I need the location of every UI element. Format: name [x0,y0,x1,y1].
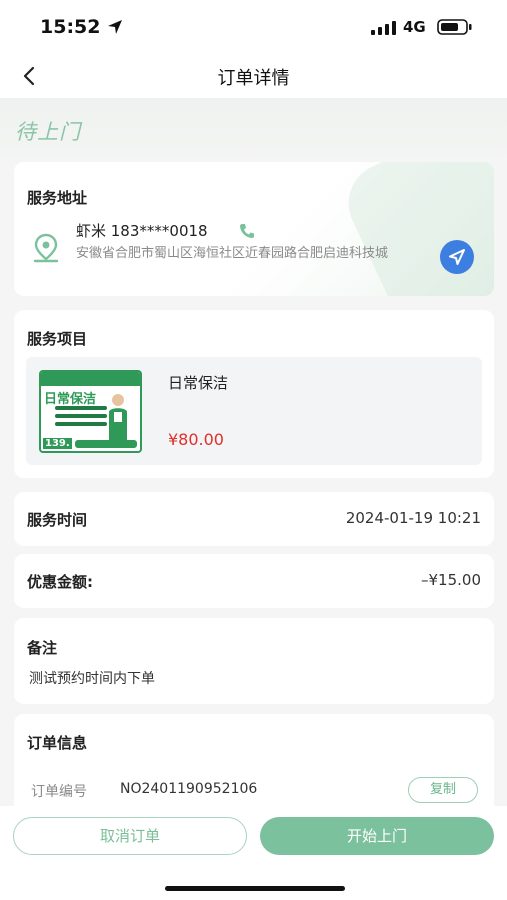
signal-icon [371,20,397,39]
discount-value: –¥15.00 [421,571,481,589]
thumb-text-lines [55,406,107,430]
discount-label: 优惠金额: [27,573,93,591]
thumb-bar [75,440,137,448]
thumb-banner [41,372,140,386]
service-card-title: 服务项目 [27,330,88,348]
cancel-order-button[interactable]: 取消订单 [13,817,247,855]
service-time-card: 服务时间 2024-01-19 10:21 [14,492,494,546]
copy-button[interactable]: 复制 [408,777,478,803]
status-time: 15:52 [40,16,101,38]
order-status: 待上门 [15,120,81,144]
service-time-label: 服务时间 [27,511,88,529]
address-card: 服务地址 虾米 183****0018 安徽省合肥市蜀山区海恒社区近春园路合肥启… [14,162,494,296]
home-indicator[interactable] [165,886,345,891]
location-pin-icon [33,233,59,267]
status-bar: 15:52 4G [0,0,507,54]
remark-card: 备注 测试预约时间内下单 [14,618,494,704]
navigate-button[interactable] [440,240,474,274]
thumb-person-icon [106,392,130,444]
thumb-headline: 日常保洁 [44,392,97,407]
discount-card: 优惠金额: –¥15.00 [14,554,494,608]
contact-name-phone: 虾米 183****0018 [76,222,208,240]
service-name: 日常保洁 [168,374,229,392]
nav-bar: 订单详情 [0,54,507,98]
order-number-label: 订单编号 [31,784,87,800]
bottom-action-bar: 取消订单 开始上门 [0,806,507,900]
network-label: 4G [403,18,426,36]
remark-text: 测试预约时间内下单 [29,671,155,687]
battery-icon [437,19,473,39]
order-info-title: 订单信息 [27,734,88,752]
service-thumbnail: 日常保洁 139. [39,370,142,453]
service-price: ¥80.00 [168,430,224,449]
order-status-banner: 待上门 [0,98,507,162]
address-card-title: 服务地址 [27,189,88,207]
service-card: 服务项目 日常保洁 139. 日常保洁 ¥80.00 [14,310,494,478]
service-time-value: 2024-01-19 10:21 [345,509,481,527]
service-item[interactable]: 日常保洁 139. 日常保洁 ¥80.00 [26,357,482,465]
navigate-icon [449,249,465,265]
card-decoration [335,162,494,296]
order-number: NO2401190952106 [120,781,258,797]
remark-label: 备注 [27,639,58,657]
page-title: 订单详情 [217,68,290,89]
thumb-price-tag: 139. [43,438,72,449]
phone-icon[interactable] [238,222,256,244]
start-visit-button[interactable]: 开始上门 [260,817,494,855]
address-text: 安徽省合肥市蜀山区海恒社区近春园路合肥启迪科技城 [76,246,389,261]
location-arrow-icon [107,19,123,39]
